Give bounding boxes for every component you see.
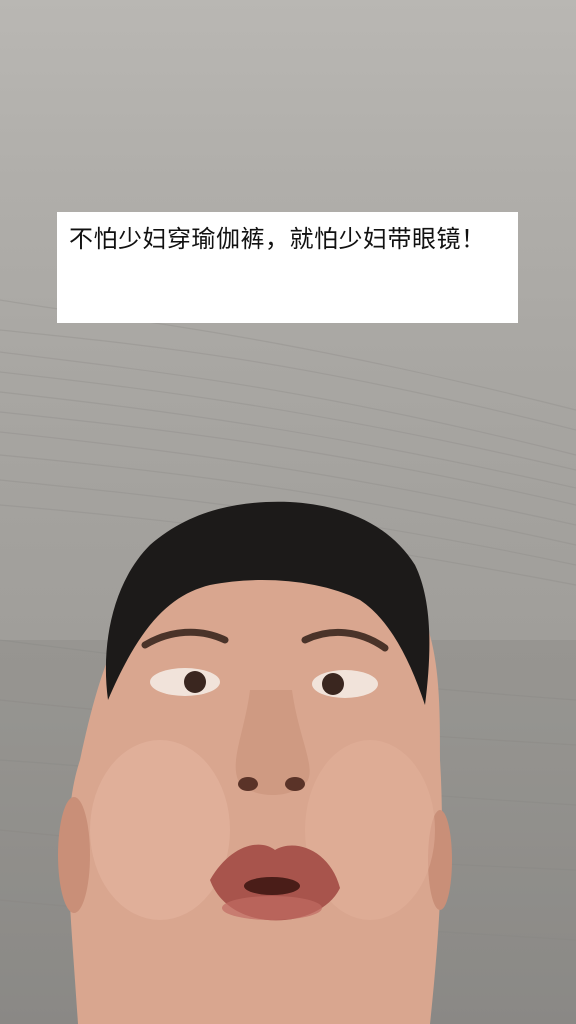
video-frame: 不怕少妇穿瑜伽裤，就怕少妇带眼镜！ [0,0,576,1024]
person-face [58,501,452,1024]
caption-box: 不怕少妇穿瑜伽裤，就怕少妇带眼镜！ [57,212,518,323]
caption-text: 不怕少妇穿瑜伽裤，就怕少妇带眼镜！ [69,225,486,253]
